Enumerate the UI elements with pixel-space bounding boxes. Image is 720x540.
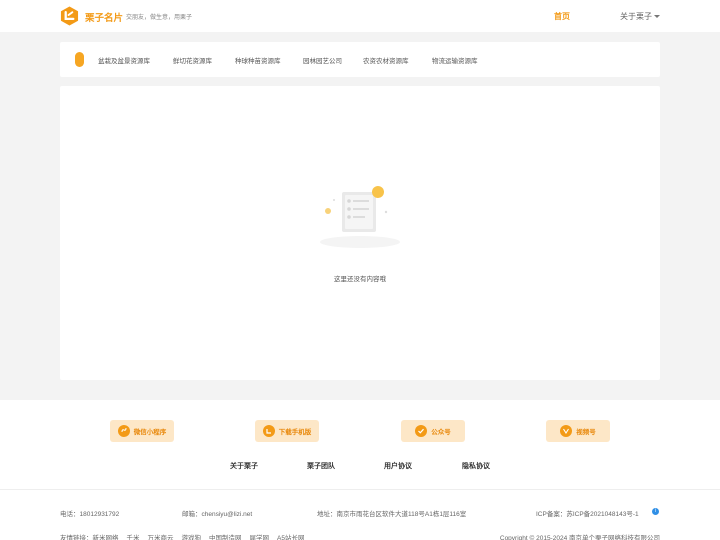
category-item[interactable]: 园林园艺公司 — [303, 55, 342, 65]
download-app-icon — [262, 425, 275, 437]
footer-button-label: 视频号 — [576, 429, 596, 436]
top-header: 栗子名片 交朋友，做生意，用栗子 首页 关于栗子 — [0, 0, 720, 32]
friend-links-label: 友情链接： — [60, 535, 93, 540]
official-account-icon — [415, 425, 428, 437]
wechat-miniprogram-button[interactable]: 微信小程序 — [110, 420, 174, 442]
footer-link-team[interactable]: 栗子团队 — [307, 461, 335, 471]
footer-divider — [0, 489, 720, 490]
footer-button-label: 微信小程序 — [133, 429, 167, 436]
police-badge-icon: i — [652, 508, 659, 515]
friend-link[interactable]: 万米商云 — [148, 532, 174, 540]
chevron-down-icon — [654, 15, 660, 18]
contact-phone: 电话：18012931792 — [60, 511, 120, 518]
nav-about-menu[interactable]: 关于栗子 — [620, 11, 660, 22]
footer-link-user-agreement[interactable]: 用户协议 — [384, 461, 412, 471]
contact-address: 地址：南京市雨花台区软件大道118号A1栋1层116室 — [317, 511, 467, 518]
empty-state-illustration — [320, 186, 400, 248]
category-bar: 盆栽及盆景资源库 鲜切花资源库 种球种苗资源库 园林园艺公司 农资农材资源库 物… — [60, 42, 660, 77]
footer-link-privacy[interactable]: 隐私协议 — [462, 461, 490, 471]
official-account-button[interactable]: 公众号 — [401, 420, 465, 442]
copyright: Copyright © 2015-2024 南京单个栗子网络科技有限公司 — [499, 535, 660, 540]
footer: 微信小程序 下载手机版 公众号 视频号 关于栗子 栗子团队 用户协议 隐私协议 … — [0, 400, 720, 540]
friend-links: 友情链接： 新米网络 千米 万米商云 游戏狗 中国制造网 犀学网 A5站长网 — [60, 532, 304, 540]
empty-state-text: 这里还没有内容哦 — [334, 276, 386, 283]
video-channel-icon — [560, 425, 573, 437]
friend-link[interactable]: 游戏狗 — [182, 532, 202, 540]
friend-link[interactable]: A5站长网 — [277, 532, 304, 540]
category-item[interactable]: 盆栽及盆景资源库 — [98, 55, 150, 65]
lizi-logo-icon[interactable] — [60, 6, 79, 26]
category-item[interactable]: 农资农材资源库 — [363, 55, 409, 65]
download-app-button[interactable]: 下载手机版 — [255, 420, 319, 442]
footer-button-label: 公众号 — [431, 429, 451, 436]
nav-about-label: 关于栗子 — [620, 12, 652, 21]
friend-link[interactable]: 千米 — [127, 532, 140, 540]
video-channel-button[interactable]: 视频号 — [546, 420, 610, 442]
category-item[interactable]: 物流运输资源库 — [432, 55, 478, 65]
friend-link[interactable]: 中国制造网 — [209, 532, 242, 540]
friend-link[interactable]: 新米网络 — [93, 532, 119, 540]
category-item[interactable]: 种球种苗资源库 — [235, 55, 281, 65]
footer-link-about[interactable]: 关于栗子 — [230, 461, 258, 471]
nav-home-link[interactable]: 首页 — [554, 11, 570, 22]
wechat-miniprogram-icon — [117, 425, 130, 437]
brand-name[interactable]: 栗子名片 — [85, 10, 123, 24]
contact-email: 邮箱：chensiyu@lizi.net — [182, 511, 253, 518]
friend-link[interactable]: 犀学网 — [250, 532, 270, 540]
category-accent-marker — [75, 52, 84, 67]
footer-button-label: 下载手机版 — [278, 429, 312, 436]
icp-record[interactable]: ICP备案：苏ICP备2021048143号-1 — [536, 508, 639, 518]
category-item[interactable]: 鲜切花资源库 — [173, 55, 212, 65]
brand-slogan: 交朋友，做生意，用栗子 — [126, 15, 193, 21]
